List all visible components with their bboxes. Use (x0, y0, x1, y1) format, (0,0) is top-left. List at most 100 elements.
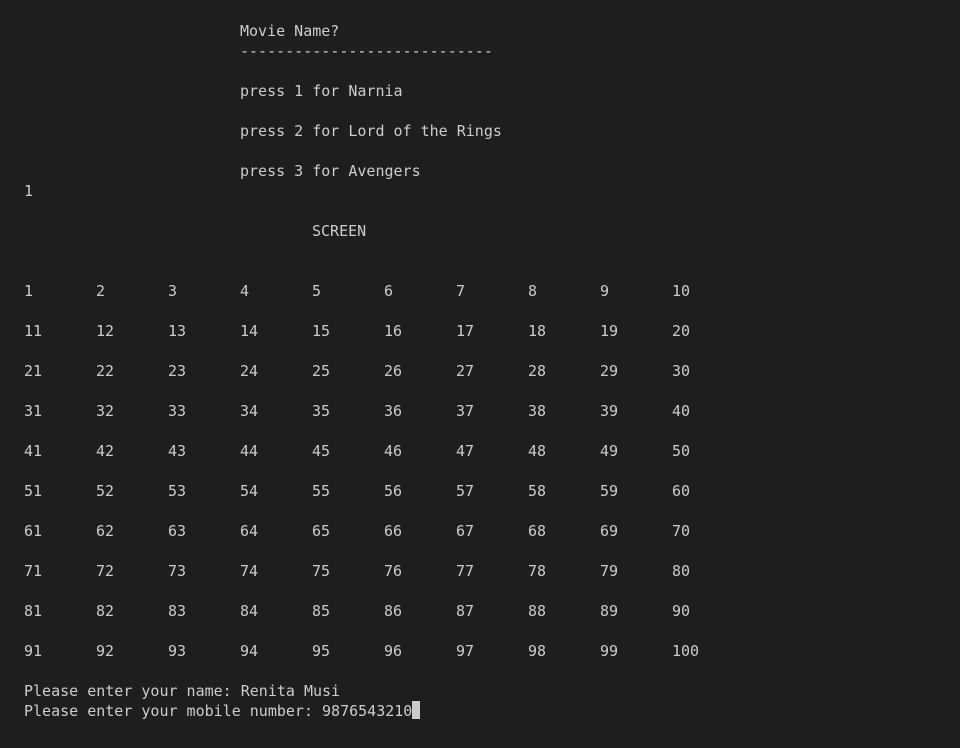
seat-number: 52 (96, 482, 115, 500)
seat-number: 58 (528, 482, 547, 500)
seat-number: 3 (168, 282, 178, 300)
seat-row: 61 62 63 64 65 66 67 68 69 70 (24, 521, 744, 561)
menu-option-narnia: press 1 for Narnia (240, 82, 403, 100)
seat-number: 4 (240, 282, 250, 300)
seat-number: 26 (384, 362, 403, 380)
seat-number: 48 (528, 442, 547, 460)
seat-number: 50 (672, 442, 691, 460)
seat-number: 77 (456, 562, 475, 580)
seat-row: 51 52 53 54 55 56 57 58 59 60 (24, 481, 744, 521)
seat-number: 69 (600, 522, 619, 540)
seat-number: 6 (384, 282, 394, 300)
seat-number: 51 (24, 482, 43, 500)
seat-number: 84 (240, 602, 259, 620)
seat-number: 100 (672, 642, 700, 660)
seat-number: 93 (168, 642, 187, 660)
mobile-input-value[interactable]: 9876543210 (322, 702, 412, 720)
seat-number: 66 (384, 522, 403, 540)
seat-number: 31 (24, 402, 43, 420)
seat-number: 97 (456, 642, 475, 660)
seat-number: 19 (600, 322, 619, 340)
seat-number: 80 (672, 562, 691, 580)
seat-number: 79 (600, 562, 619, 580)
seat-number: 35 (312, 402, 331, 420)
menu-option-avengers: press 3 for Avengers (240, 162, 421, 180)
name-prompt-line: Please enter your name: Renita Musi (24, 681, 340, 701)
seat-number: 20 (672, 322, 691, 340)
seat-number: 2 (96, 282, 106, 300)
seat-number: 89 (600, 602, 619, 620)
seat-number: 53 (168, 482, 187, 500)
seat-number: 82 (96, 602, 115, 620)
menu-option-lotr: press 2 for Lord of the Rings (240, 122, 502, 140)
seat-number: 10 (672, 282, 691, 300)
seat-number: 29 (600, 362, 619, 380)
seat-row: 31 32 33 34 35 36 37 38 39 40 (24, 401, 744, 441)
seat-number: 40 (672, 402, 691, 420)
menu-title: Movie Name? (240, 22, 340, 40)
seat-number: 65 (312, 522, 331, 540)
name-prompt-label: Please enter your name: (24, 682, 241, 700)
seat-number: 95 (312, 642, 331, 660)
seat-number: 27 (456, 362, 475, 380)
seat-number: 38 (528, 402, 547, 420)
seat-number: 39 (600, 402, 619, 420)
seat-number: 74 (240, 562, 259, 580)
seat-number: 12 (96, 322, 115, 340)
seat-number: 85 (312, 602, 331, 620)
seat-number: 67 (456, 522, 475, 540)
seat-number: 28 (528, 362, 547, 380)
seat-number: 36 (384, 402, 403, 420)
seat-number: 99 (600, 642, 619, 660)
seat-row: 71 72 73 74 75 76 77 78 79 80 (24, 561, 744, 601)
seat-number: 70 (672, 522, 691, 540)
seat-number: 78 (528, 562, 547, 580)
seat-number: 1 (24, 282, 34, 300)
seat-number: 32 (96, 402, 115, 420)
seat-number: 41 (24, 442, 43, 460)
seat-number: 42 (96, 442, 115, 460)
seat-number: 13 (168, 322, 187, 340)
seat-number: 73 (168, 562, 187, 580)
screen-label: SCREEN (312, 222, 367, 240)
seat-number: 90 (672, 602, 691, 620)
seat-number: 92 (96, 642, 115, 660)
seat-number: 45 (312, 442, 331, 460)
seat-number: 68 (528, 522, 547, 540)
seat-number: 14 (240, 322, 259, 340)
seat-number: 57 (456, 482, 475, 500)
seat-number: 63 (168, 522, 187, 540)
seat-number: 43 (168, 442, 187, 460)
terminal-output[interactable]: Movie Name? ----------------------------… (0, 0, 960, 748)
menu-divider: ---------------------------- (240, 42, 493, 60)
seat-number: 25 (312, 362, 331, 380)
mobile-prompt-line[interactable]: Please enter your mobile number: 9876543… (24, 701, 421, 721)
seat-number: 30 (672, 362, 691, 380)
seat-number: 96 (384, 642, 403, 660)
seat-row: 81 82 83 84 85 86 87 88 89 90 (24, 601, 744, 641)
seat-number: 21 (24, 362, 43, 380)
seat-number: 22 (96, 362, 115, 380)
seat-number: 62 (96, 522, 115, 540)
seat-grid: 1 2 3 4 5 6 7 8 9 10 11 12 13 14 15 16 17 18 19 20 21 22 23 24 2… (24, 281, 744, 681)
seat-number: 88 (528, 602, 547, 620)
seat-number: 87 (456, 602, 475, 620)
seat-number: 86 (384, 602, 403, 620)
user-choice-echo: 1 (24, 182, 34, 200)
seat-number: 46 (384, 442, 403, 460)
seat-number: 15 (312, 322, 331, 340)
seat-number: 72 (96, 562, 115, 580)
seat-row: 1 2 3 4 5 6 7 8 9 10 (24, 281, 744, 321)
seat-number: 71 (24, 562, 43, 580)
seat-number: 24 (240, 362, 259, 380)
seat-number: 83 (168, 602, 187, 620)
mobile-prompt-label: Please enter your mobile number: (24, 702, 323, 720)
seat-number: 98 (528, 642, 547, 660)
seat-number: 11 (24, 322, 43, 340)
name-input-value: Renita Musi (240, 682, 341, 700)
seat-number: 55 (312, 482, 331, 500)
seat-number: 23 (168, 362, 187, 380)
seat-number: 76 (384, 562, 403, 580)
seat-number: 91 (24, 642, 43, 660)
seat-number: 37 (456, 402, 475, 420)
